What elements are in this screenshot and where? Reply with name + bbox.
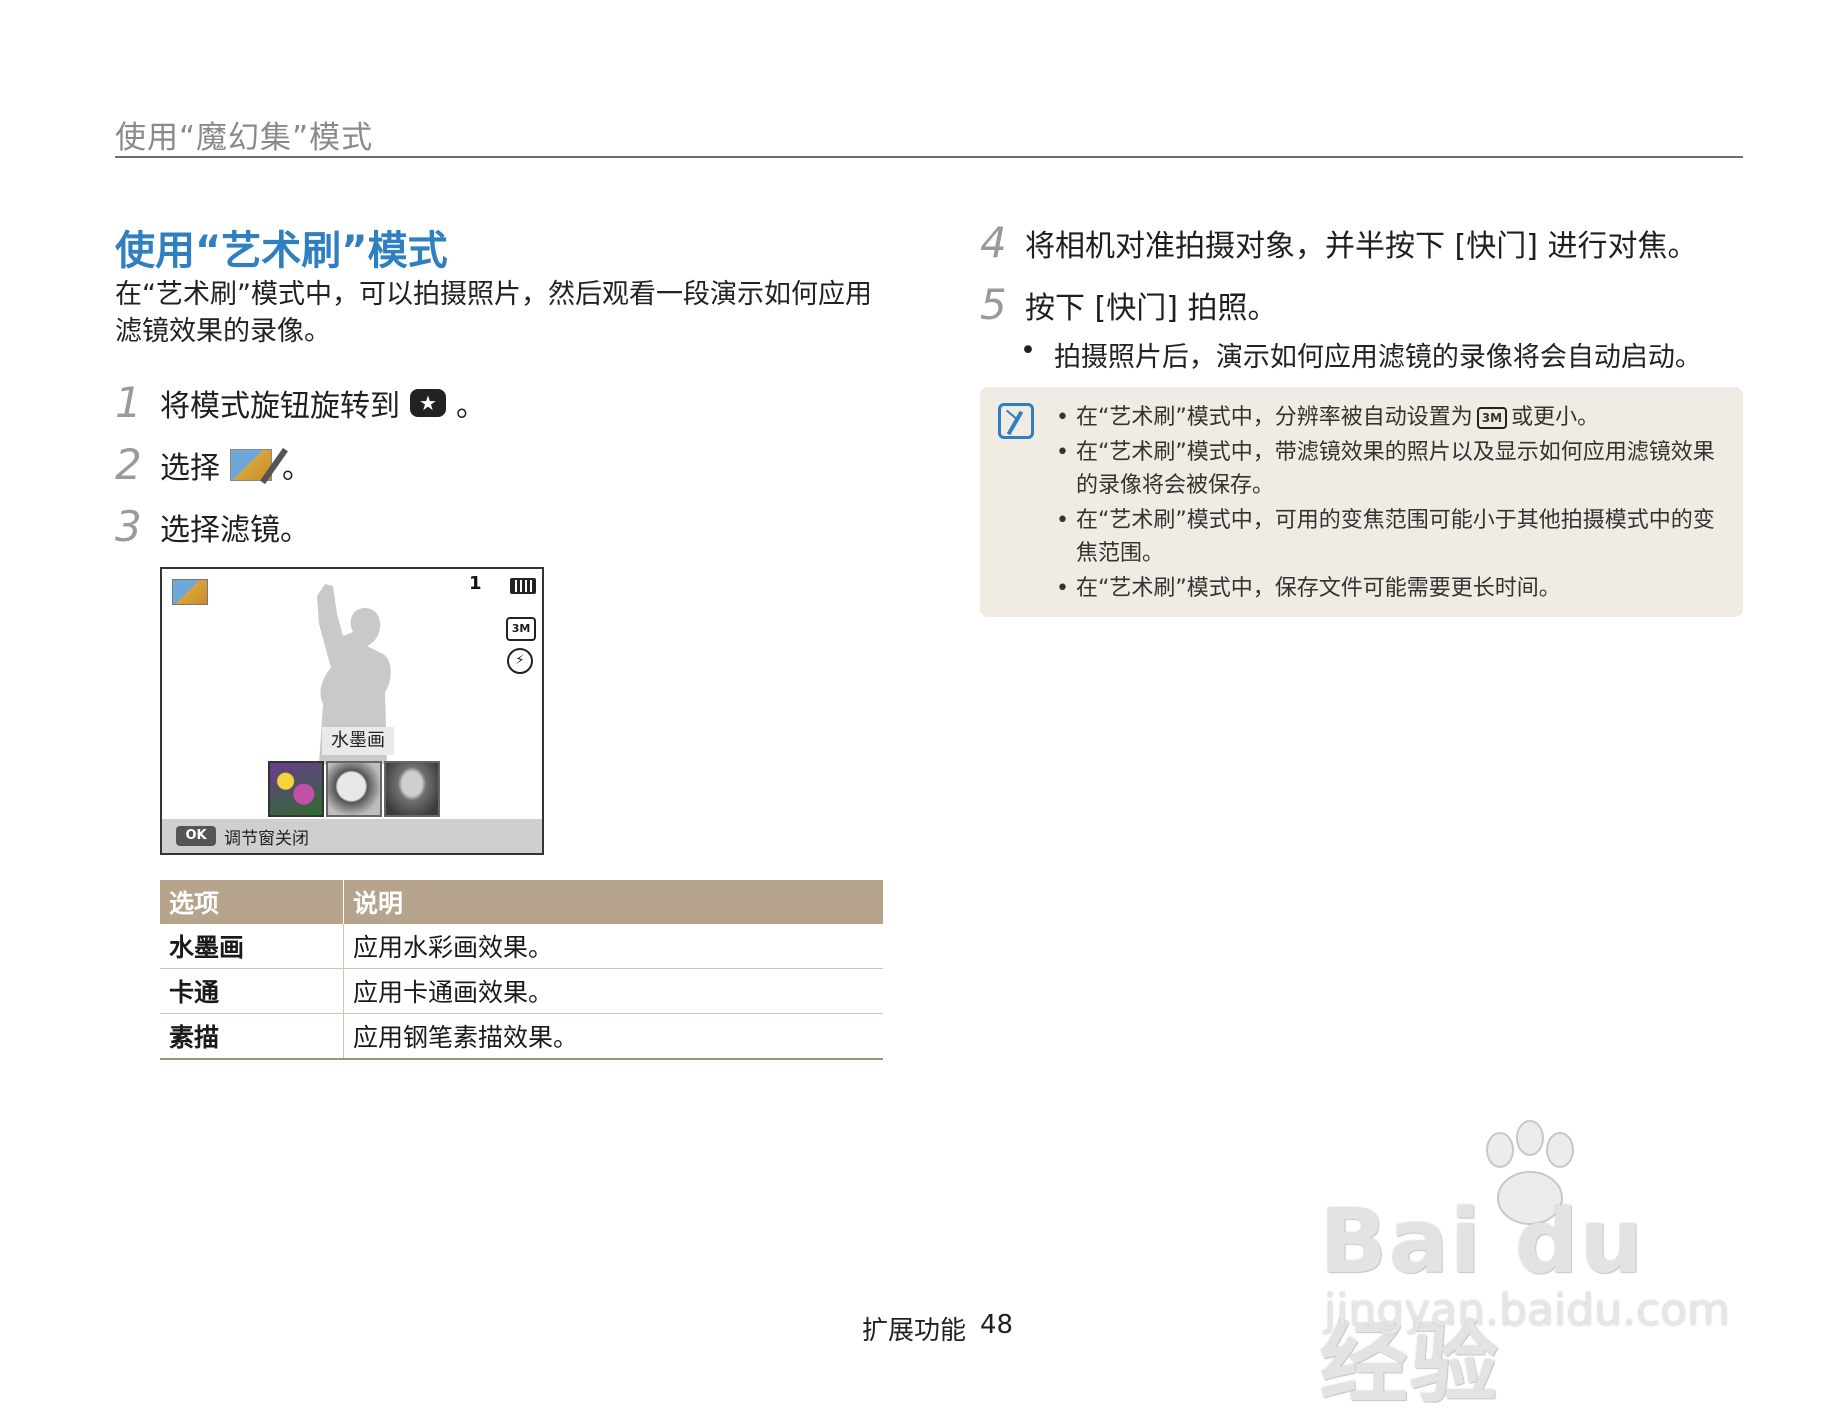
page-footer: 扩展功能 48 <box>862 1310 1013 1347</box>
header-rule <box>115 156 1743 158</box>
step-suffix: 。 <box>282 450 312 486</box>
filter-thumbnails <box>268 761 440 817</box>
filter-thumb-ink-wash[interactable] <box>268 761 324 817</box>
page-number: 48 <box>980 1310 1014 1340</box>
note-item: 在“艺术刷”模式中，可用的变焦范围可能小于其他拍摄模式中的变焦范围。 <box>1056 504 1726 570</box>
step-1: 1 将模式旋钮旋转到 ★ 。 <box>115 378 486 427</box>
filter-thumb-sketch[interactable] <box>384 761 440 817</box>
step-text: 按下 [快门] 拍照。 <box>1025 290 1278 326</box>
note-item: 在“艺术刷”模式中，分辨率被自动设置为3M或更小。 <box>1056 401 1726 434</box>
resolution-icon: 3M <box>1476 407 1508 429</box>
note-list: 在“艺术刷”模式中，分辨率被自动设置为3M或更小。 在“艺术刷”模式中，带滤镜效… <box>1056 401 1726 607</box>
ok-key[interactable]: OK <box>176 826 216 846</box>
table-cell: 应用钢笔素描效果。 <box>343 1013 883 1060</box>
table-cell: 素描 <box>160 1013 344 1060</box>
bullet-text: 拍摄照片后，演示如何应用滤镜的录像将会自动启动。 <box>1053 342 1702 373</box>
step-3: 3 选择滤镜。 <box>115 502 310 551</box>
table-cell: 应用卡通画效果。 <box>343 968 883 1014</box>
magic-mode-icon: ★ <box>410 388 446 417</box>
step-text: 选择滤镜。 <box>160 512 310 548</box>
step-text: 将模式旋钮旋转到 <box>160 388 400 424</box>
watermark-sub: jingyan.baidu.com <box>1324 1285 1731 1336</box>
step-number: 5 <box>980 280 1007 329</box>
table-row: 素描 应用钢笔素描效果。 <box>160 1013 883 1060</box>
step-text: 选择 <box>160 450 220 486</box>
table-header: 选项 <box>160 880 344 924</box>
camera-bottom-bar: OK 调节窗关闭 <box>162 819 542 853</box>
flash-off-icon: ⚡ <box>507 648 533 674</box>
camera-screen: 1 3M ⚡ 水墨画 OK 调节窗关闭 <box>160 567 544 855</box>
step-suffix: 。 <box>456 388 486 424</box>
resolution-icon: 3M <box>506 617 536 641</box>
note-item: 在“艺术刷”模式中，带滤镜效果的照片以及显示如何应用滤镜效果的录像将会被保存。 <box>1056 436 1726 502</box>
table-row: 卡通 应用卡通画效果。 <box>160 968 883 1014</box>
step-number: 3 <box>115 502 142 551</box>
section-title: 使用“艺术刷”模式 <box>115 228 448 274</box>
step-number: 1 <box>115 378 142 427</box>
note-item: 在“艺术刷”模式中，保存文件可能需要更长时间。 <box>1056 572 1726 605</box>
note-box: 在“艺术刷”模式中，分辨率被自动设置为3M或更小。 在“艺术刷”模式中，带滤镜效… <box>980 387 1743 617</box>
section-intro: 在“艺术刷”模式中，可以拍摄照片，然后观看一段演示如何应用滤镜效果的录像。 <box>115 279 872 347</box>
footer-section: 扩展功能 <box>862 1316 967 1346</box>
table-cell: 应用水彩画效果。 <box>343 924 883 969</box>
art-brush-icon <box>230 448 272 481</box>
table-header-row: 选项 说明 <box>160 880 883 924</box>
shot-count: 1 <box>469 573 482 594</box>
step-number: 4 <box>980 218 1007 267</box>
step-4: 4 将相机对准拍摄对象，并半按下 [快门] 进行对焦。 <box>980 218 1697 267</box>
baidu-watermark: Bai du 经验 jingyan.baidu.com <box>1320 1120 1760 1415</box>
filter-label: 水墨画 <box>322 727 394 755</box>
battery-full-icon <box>510 578 536 594</box>
step-5-bullet: • 拍摄照片后，演示如何应用滤镜的录像将会自动启动。 <box>1020 335 1702 373</box>
step-text: 将相机对准拍摄对象，并半按下 [快门] 进行对焦。 <box>1025 228 1698 264</box>
table-row: 水墨画 应用水彩画效果。 <box>160 924 883 969</box>
table-cell: 卡通 <box>160 968 344 1014</box>
note-pencil-icon <box>998 403 1034 439</box>
step-5: 5 按下 [快门] 拍照。 <box>980 280 1277 329</box>
table-cell: 水墨画 <box>160 924 344 969</box>
step-2: 2 选择 。 <box>115 440 312 489</box>
header-title: 使用“魔幻集”模式 <box>115 120 374 156</box>
table-header: 说明 <box>343 880 883 924</box>
adjust-close-label: 调节窗关闭 <box>224 828 309 849</box>
filter-thumb-cartoon[interactable] <box>326 761 382 817</box>
step-number: 2 <box>115 440 142 489</box>
art-brush-icon <box>172 579 208 605</box>
options-table: 选项 说明 水墨画 应用水彩画效果。 卡通 应用卡通画效果。 素描 应用钢笔素描… <box>160 880 883 1060</box>
